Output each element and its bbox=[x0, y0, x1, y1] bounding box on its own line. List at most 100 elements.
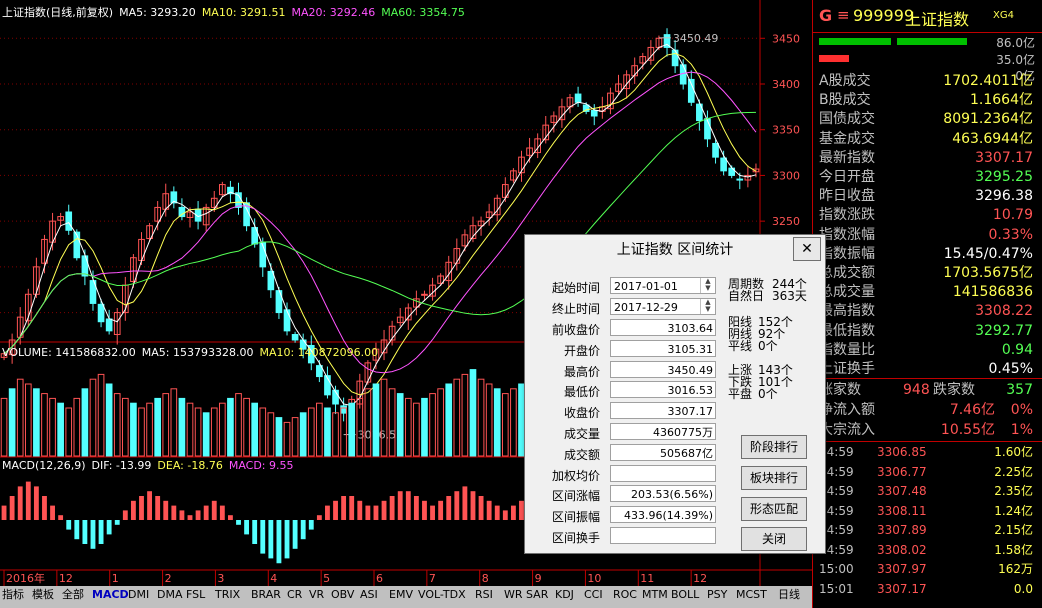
period-label[interactable]: 日线 bbox=[778, 588, 800, 602]
field-value[interactable]: 3016.53 bbox=[610, 381, 716, 399]
tick-price: 3306.77 bbox=[877, 464, 927, 479]
indicator-tab[interactable]: MTM bbox=[642, 588, 668, 602]
indicator-tab[interactable]: ASI bbox=[360, 588, 378, 602]
down-label: 跌家数 bbox=[933, 382, 975, 398]
indicator-tab[interactable]: MACD bbox=[92, 588, 129, 602]
sector-ranking-button[interactable]: 板块排行 bbox=[741, 466, 807, 490]
dialog-close-button[interactable]: ✕ bbox=[793, 237, 821, 261]
stage-ranking-button[interactable]: 阶段排行 bbox=[741, 435, 807, 459]
tick-row: 14:59 3306.85 1.60亿 bbox=[817, 443, 1039, 462]
stat-label: 国债成交 bbox=[819, 111, 875, 128]
start-date-value: 2017-01-01 bbox=[614, 280, 678, 293]
stat-label: 指数涨幅 bbox=[819, 226, 875, 243]
indicator-tab[interactable]: PSY bbox=[707, 588, 727, 602]
stat-label: 最高指数 bbox=[819, 303, 875, 320]
indicator-tab[interactable]: OBV bbox=[331, 588, 354, 602]
field-label: 成交额 bbox=[563, 447, 600, 462]
volume-bar bbox=[113, 393, 121, 457]
spinner-icon[interactable]: ▲ ▼ bbox=[700, 278, 715, 293]
flow-row-1: 净流入额 7.46亿 0% bbox=[817, 400, 1039, 420]
quote-header: G ≡ 999999 上证指数 XG4 bbox=[813, 0, 1042, 33]
volume-bar bbox=[194, 407, 202, 457]
tick-price: 3307.17 bbox=[877, 581, 927, 596]
indicator-tab[interactable]: KDJ bbox=[555, 588, 574, 602]
field-label: 区间换手 bbox=[551, 531, 600, 545]
indicator-tab[interactable]: VOL-TDX bbox=[418, 588, 466, 602]
volume-bar bbox=[251, 402, 259, 457]
x-tick-label: 8 bbox=[482, 572, 489, 585]
stat-value: 3296.38 bbox=[975, 188, 1033, 205]
field-value[interactable]: 3307.17 bbox=[610, 402, 716, 420]
candle bbox=[105, 318, 113, 332]
volume-bar bbox=[461, 373, 469, 457]
close-button[interactable]: 关闭 bbox=[741, 527, 807, 551]
x-tick-label: 7 bbox=[429, 572, 436, 585]
header-letter[interactable]: G bbox=[819, 6, 832, 25]
field-value[interactable]: 203.53(6.56%) bbox=[610, 485, 716, 503]
indicator-tab[interactable]: MCST bbox=[736, 588, 767, 602]
macd-dif-label: DIF: -13.99 bbox=[91, 459, 152, 472]
bar2-value: 35.0亿 bbox=[996, 53, 1035, 67]
annotation-label: 3450.49 bbox=[673, 32, 719, 45]
indicator-tab[interactable]: ROC bbox=[613, 588, 637, 602]
stat-value: 1702.4011亿 bbox=[943, 73, 1033, 89]
field-value[interactable]: 3103.64 bbox=[610, 319, 716, 336]
natural-day-label: 自然日 bbox=[728, 289, 765, 303]
tick-volume: 2.25亿 bbox=[994, 464, 1033, 479]
volume-bar bbox=[469, 369, 477, 457]
end-date-picker[interactable]: 2017-12-29 ▲ ▼ bbox=[610, 298, 716, 315]
indicator-tab[interactable]: BOLL bbox=[671, 588, 699, 602]
field-value[interactable] bbox=[610, 464, 716, 482]
stat-label: 最低指数 bbox=[819, 322, 875, 339]
field-label: 开盘价 bbox=[563, 343, 600, 358]
tick-price: 3306.85 bbox=[877, 445, 927, 459]
volume-bar bbox=[146, 402, 153, 457]
menu-icon[interactable]: ≡ bbox=[837, 6, 850, 24]
indicator-tab[interactable]: EMV bbox=[389, 588, 413, 602]
x-tick-label: 2016年 bbox=[6, 571, 45, 585]
volume-bar bbox=[324, 407, 331, 457]
indicator-tab[interactable]: DMI bbox=[128, 588, 149, 602]
volume-bar bbox=[121, 397, 129, 457]
indicator-tab[interactable]: 模板 bbox=[32, 588, 54, 602]
volume-bar bbox=[89, 378, 97, 457]
indicator-tab[interactable]: TRIX bbox=[215, 588, 240, 602]
field-value[interactable]: 433.96(14.39%) bbox=[610, 506, 716, 524]
stat-row: 最低指数 3292.77 bbox=[817, 321, 1039, 341]
indicator-tab[interactable]: VR bbox=[309, 588, 324, 602]
indicator-tab[interactable]: RSI bbox=[475, 588, 493, 602]
macd-title: MACD(12,26,9) bbox=[2, 459, 86, 472]
volume-ma10-label: MA10: 140872096.00 bbox=[259, 346, 379, 359]
indicator-tab[interactable]: CR bbox=[287, 588, 302, 602]
candle bbox=[291, 334, 299, 341]
spinner-icon[interactable]: ▲ ▼ bbox=[700, 299, 715, 314]
field-value[interactable]: 3450.49 bbox=[610, 360, 716, 378]
indicator-tab[interactable]: BRAR bbox=[251, 588, 281, 602]
field-value[interactable]: 3105.31 bbox=[610, 339, 716, 357]
candle bbox=[574, 93, 582, 103]
flow1-value: 7.46亿 bbox=[949, 402, 995, 418]
field-value[interactable] bbox=[610, 527, 716, 544]
indicator-tab[interactable]: WR bbox=[504, 588, 523, 602]
level-value: 0个 bbox=[758, 387, 778, 401]
x-tick-label: 3 bbox=[217, 572, 224, 585]
start-date-picker[interactable]: 2017-01-01 ▲ ▼ bbox=[610, 277, 716, 294]
dialog-title[interactable]: 上证指数 区间统计 bbox=[525, 235, 825, 265]
indicator-tab[interactable]: DMA bbox=[157, 588, 183, 602]
indicator-tab[interactable]: FSL bbox=[186, 588, 205, 602]
indicator-tab[interactable]: SAR bbox=[526, 588, 548, 602]
ma5-label: MA5: 3293.20 bbox=[119, 6, 196, 19]
stat-value: 1.1664亿 bbox=[970, 92, 1033, 109]
natural-day-value: 363天 bbox=[772, 289, 807, 303]
indicator-tab[interactable]: 全部 bbox=[62, 588, 84, 602]
field-value[interactable]: 505687亿 bbox=[610, 443, 716, 461]
y-tick-label: 3400 bbox=[772, 78, 800, 91]
pattern-match-button[interactable]: 形态匹配 bbox=[741, 497, 807, 521]
indicator-tab[interactable]: 指标 bbox=[2, 588, 24, 602]
indicator-tab[interactable]: CCI bbox=[584, 588, 603, 602]
volume-bar bbox=[267, 412, 275, 457]
volume-bar bbox=[186, 402, 194, 457]
volume-bar bbox=[170, 388, 178, 457]
flow1-label: 净流入额 bbox=[819, 402, 875, 418]
field-value[interactable]: 4360775万 bbox=[610, 423, 716, 440]
